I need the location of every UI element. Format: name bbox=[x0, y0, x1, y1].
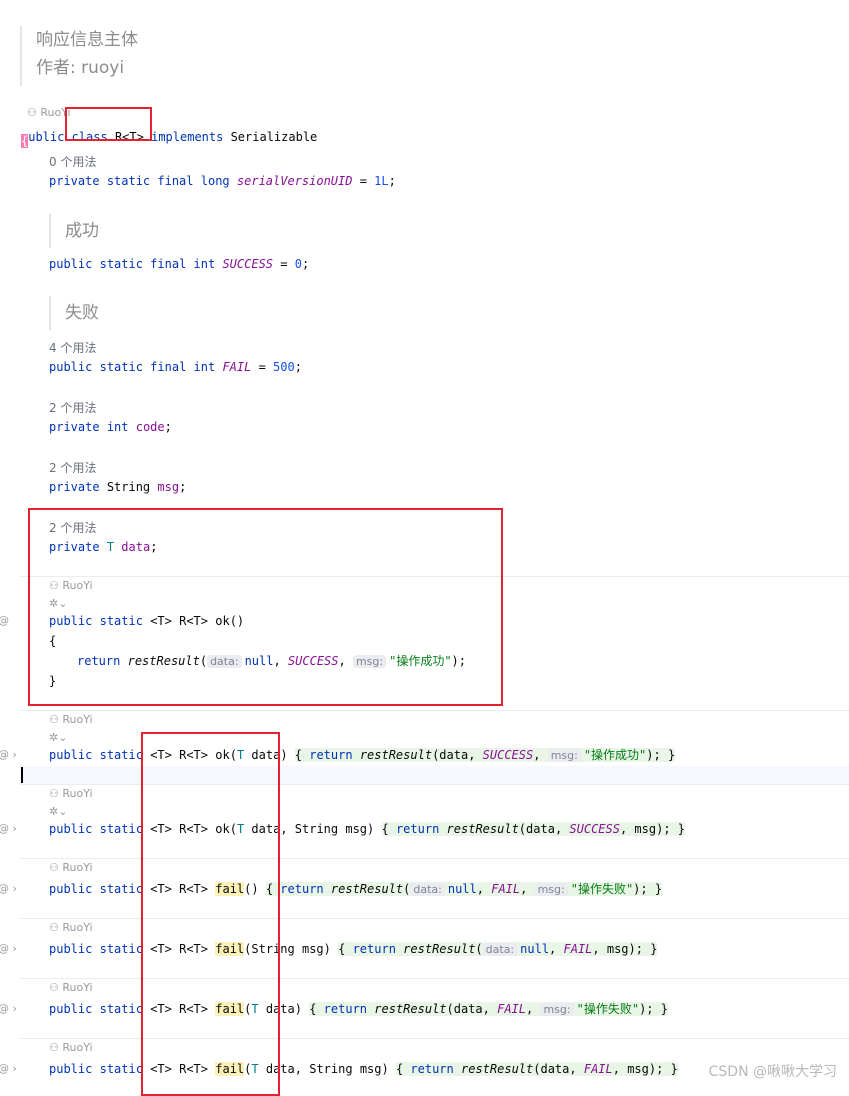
author-lens[interactable]: ⚇ RuoYi bbox=[49, 787, 93, 800]
fail-msg-method[interactable]: public static <T> R<T> fail(String msg) … bbox=[49, 941, 658, 958]
person-icon: ⚇ bbox=[49, 1041, 59, 1054]
ai-actions-icon[interactable]: ✲⌄ bbox=[49, 597, 67, 610]
gutter-annotation-icon[interactable]: @ › bbox=[0, 942, 17, 955]
class-open-brace: { bbox=[21, 134, 29, 148]
gutter-annotation-icon[interactable]: @ › bbox=[0, 748, 17, 761]
gutter-annotation-icon[interactable]: @ bbox=[0, 614, 9, 627]
data-field-line[interactable]: private T data; bbox=[49, 539, 157, 555]
text-caret bbox=[21, 767, 23, 783]
usages-serial[interactable]: 0 个用法 bbox=[49, 153, 96, 170]
person-icon: ⚇ bbox=[49, 921, 59, 934]
class-declaration[interactable]: public class R<T> implements Serializabl… bbox=[21, 113, 317, 145]
javadoc-line-2: 作者: ruoyi bbox=[36, 58, 125, 78]
ok-method-signature[interactable]: public static <T> R<T> ok() bbox=[49, 613, 244, 629]
person-icon: ⚇ bbox=[49, 579, 59, 592]
watermark: CSDN @啾啾大学习 bbox=[708, 1064, 837, 1080]
fail-data-method[interactable]: public static <T> R<T> fail(T data) { re… bbox=[49, 1001, 668, 1018]
ai-actions-icon[interactable]: ✲⌄ bbox=[49, 731, 67, 744]
fail-javadoc: 失败 bbox=[49, 296, 99, 330]
ok-data-method[interactable]: public static <T> R<T> ok(T data) { retu… bbox=[49, 747, 676, 764]
method-separator bbox=[20, 858, 849, 859]
method-separator bbox=[20, 918, 849, 919]
author-lens[interactable]: ⚇ RuoYi bbox=[49, 713, 93, 726]
usages-msg[interactable]: 2 个用法 bbox=[49, 459, 96, 476]
annotation-box-generic-column bbox=[141, 732, 280, 1096]
gutter-annotation-icon[interactable]: @ › bbox=[0, 882, 17, 895]
usages-fail[interactable]: 4 个用法 bbox=[49, 339, 96, 356]
ok-method-body[interactable]: return restResult(data: null, SUCCESS, ms… bbox=[77, 653, 466, 670]
class-keyword: class bbox=[71, 130, 108, 144]
author-lens[interactable]: ⚇ RuoYi bbox=[49, 981, 93, 994]
usages-code[interactable]: 2 个用法 bbox=[49, 399, 96, 416]
fail-data-msg-method[interactable]: public static <T> R<T> fail(T data, Stri… bbox=[49, 1061, 678, 1077]
method-separator bbox=[20, 978, 849, 979]
author-lens[interactable]: ⚇ RuoYi bbox=[49, 1041, 93, 1054]
method-separator bbox=[20, 710, 849, 711]
class-name[interactable]: R<T> bbox=[115, 130, 144, 144]
implements-keyword: implements bbox=[151, 130, 224, 144]
fail-method[interactable]: public static <T> R<T> fail() { return r… bbox=[49, 881, 663, 898]
serial-field-line[interactable]: private static final long serialVersionU… bbox=[49, 173, 396, 189]
code-field-line[interactable]: private int code; bbox=[49, 419, 172, 435]
person-icon: ⚇ bbox=[49, 981, 59, 994]
javadoc-line-1: 响应信息主体 bbox=[36, 30, 138, 50]
person-icon: ⚇ bbox=[49, 713, 59, 726]
fail-field-line[interactable]: public static final int FAIL = 500; bbox=[49, 359, 302, 375]
class-javadoc: 响应信息主体 作者: ruoyi bbox=[20, 26, 138, 86]
gutter-annotation-icon[interactable]: @ › bbox=[0, 1002, 17, 1015]
person-icon: ⚇ bbox=[49, 861, 59, 874]
ok-data-msg-method[interactable]: public static <T> R<T> ok(T data, String… bbox=[49, 821, 686, 837]
success-javadoc: 成功 bbox=[49, 214, 99, 248]
success-field-line[interactable]: public static final int SUCCESS = 0; bbox=[49, 256, 309, 272]
msg-field-line[interactable]: private String msg; bbox=[49, 479, 186, 495]
author-lens[interactable]: ⚇ RuoYi bbox=[49, 861, 93, 874]
usages-data[interactable]: 2 个用法 bbox=[49, 519, 96, 536]
author-lens[interactable]: ⚇ RuoYi bbox=[49, 921, 93, 934]
author-lens[interactable]: ⚇ RuoYi bbox=[49, 579, 93, 592]
serializable-type[interactable]: Serializable bbox=[231, 130, 318, 144]
ok-method-close: } bbox=[49, 674, 57, 688]
method-separator bbox=[20, 1038, 849, 1039]
method-separator bbox=[20, 784, 849, 785]
ai-actions-icon[interactable]: ✲⌄ bbox=[49, 805, 67, 818]
method-separator bbox=[20, 576, 849, 577]
gutter-annotation-icon[interactable]: @ › bbox=[0, 1062, 17, 1075]
ok-method-open: { bbox=[49, 634, 57, 648]
person-icon: ⚇ bbox=[49, 787, 59, 800]
current-line-highlight bbox=[20, 766, 849, 784]
gutter-annotation-icon[interactable]: @ › bbox=[0, 822, 17, 835]
annotation-box-ok-method bbox=[28, 508, 503, 706]
